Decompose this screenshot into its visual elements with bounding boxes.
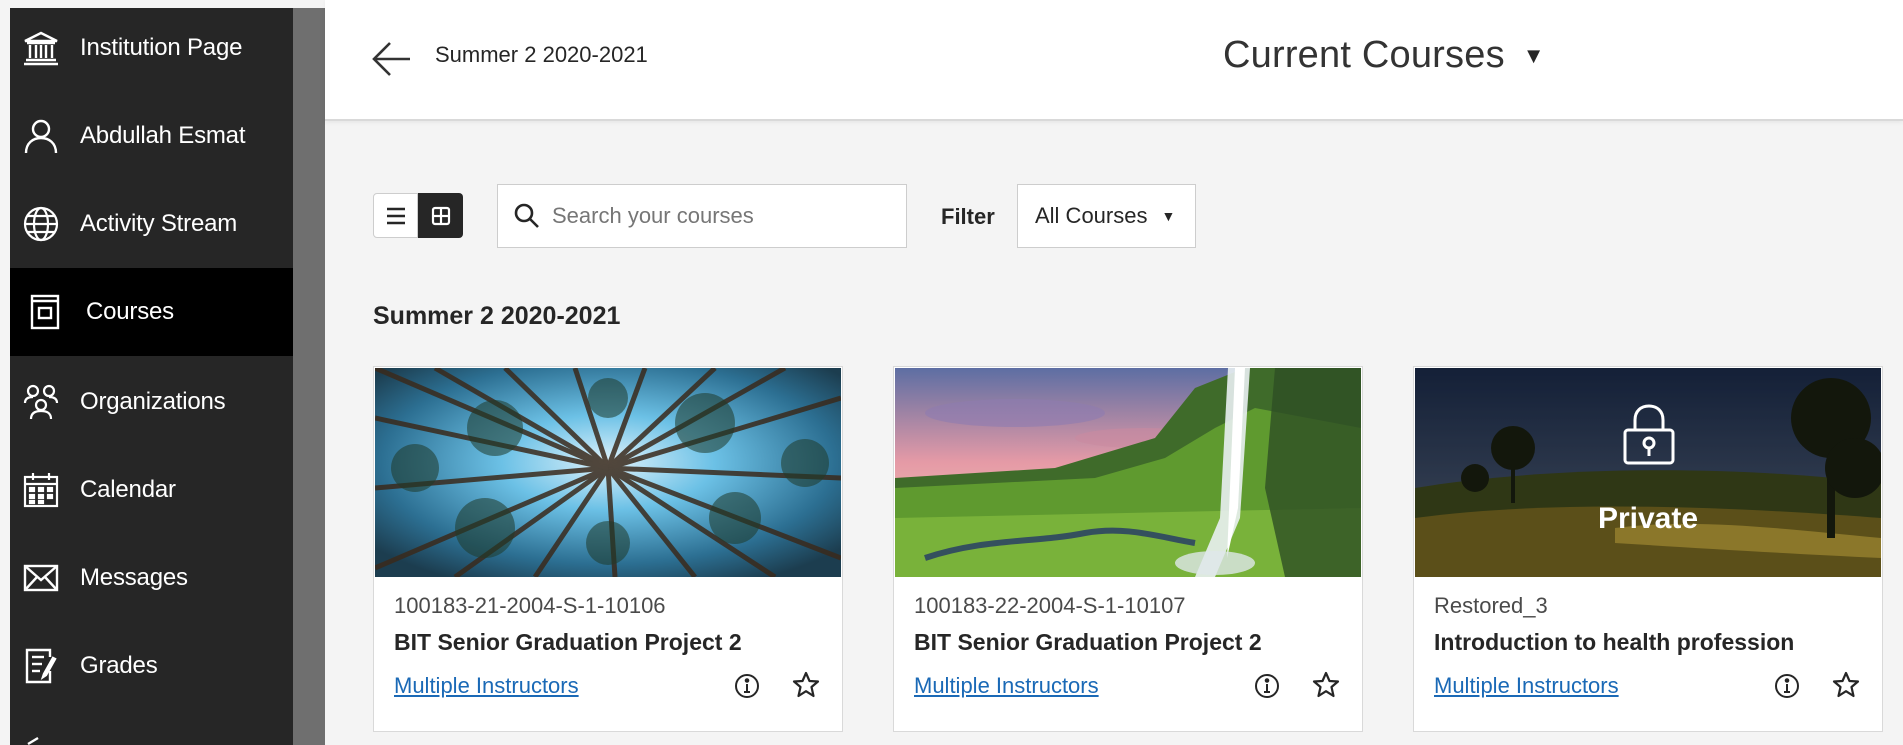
- sidebar-item-messages[interactable]: Messages: [10, 534, 293, 622]
- grades-icon: [20, 645, 62, 687]
- course-image-forest: [375, 368, 841, 577]
- course-image-waterfall: [895, 368, 1361, 577]
- course-name: BIT Senior Graduation Project 2: [394, 629, 742, 655]
- sidebar-item-courses[interactable]: Courses: [10, 268, 293, 356]
- private-label: Private: [1597, 502, 1699, 535]
- sidebar-item-label: Abdullah Esmat: [80, 122, 246, 149]
- globe-icon: [20, 203, 62, 245]
- sidebar-item-institution-page[interactable]: Institution Page: [10, 4, 293, 92]
- favorite-star-icon[interactable]: [1830, 669, 1862, 701]
- private-overlay: Private: [1415, 368, 1881, 577]
- filter-label: Filter: [941, 204, 995, 229]
- search-input[interactable]: [550, 202, 884, 230]
- course-id: 100183-22-2004-S-1-10107: [914, 593, 1186, 618]
- filter-select[interactable]: All Courses ▼: [1017, 184, 1196, 248]
- sidebar-item-label: Calendar: [80, 476, 176, 503]
- instructors-link[interactable]: Multiple Instructors: [914, 673, 1099, 699]
- sidebar-item-profile[interactable]: Abdullah Esmat: [10, 92, 293, 180]
- sidebar-item-label: Courses: [86, 298, 174, 325]
- sidebar-item-calendar[interactable]: Calendar: [10, 446, 293, 534]
- page-header: Summer 2 2020-2021 Current Courses ▼: [325, 0, 1903, 121]
- course-search: [497, 184, 907, 248]
- sidebar-next-item-icon: [24, 733, 54, 745]
- sidebar-item-activity-stream[interactable]: Activity Stream: [10, 180, 293, 268]
- user-icon: [20, 115, 62, 157]
- course-card[interactable]: Private Restored_3 Introduction to healt…: [1413, 366, 1883, 732]
- course-id: 100183-21-2004-S-1-10106: [394, 593, 666, 618]
- list-view-button[interactable]: [373, 193, 418, 238]
- course-card[interactable]: 100183-22-2004-S-1-10107 BIT Senior Grad…: [893, 366, 1363, 732]
- favorite-star-icon[interactable]: [790, 669, 822, 701]
- sidebar-item-label: Grades: [80, 652, 158, 679]
- caret-down-icon: ▼: [1161, 208, 1176, 224]
- list-icon: [386, 207, 405, 224]
- grid-view-button[interactable]: [418, 193, 463, 238]
- courses-view-dropdown[interactable]: Current Courses ▼: [1223, 34, 1545, 77]
- sidebar: Institution Page Abdullah Esmat Activity…: [10, 8, 293, 745]
- envelope-icon: [20, 557, 62, 599]
- instructors-link[interactable]: Multiple Instructors: [394, 673, 579, 699]
- sidebar-item-organizations[interactable]: Organizations: [10, 358, 293, 446]
- institution-icon: [20, 27, 62, 69]
- page-title: Current Courses: [1223, 34, 1505, 76]
- term-heading: Summer 2 2020-2021: [373, 302, 621, 330]
- back-button[interactable]: [369, 36, 415, 82]
- filter-value: All Courses: [1035, 203, 1148, 228]
- arrow-left-icon: [372, 42, 410, 76]
- info-icon[interactable]: [1252, 671, 1282, 701]
- info-icon[interactable]: [1772, 671, 1802, 701]
- search-icon: [512, 201, 542, 231]
- caret-down-icon: ▼: [1522, 42, 1545, 68]
- course-id: Restored_3: [1434, 593, 1548, 618]
- page-left-edge: [0, 0, 10, 745]
- instructors-link[interactable]: Multiple Instructors: [1434, 673, 1619, 699]
- sidebar-item-label: Messages: [80, 564, 188, 591]
- sidebar-item-label: Institution Page: [80, 34, 243, 61]
- view-toggle: [373, 193, 463, 238]
- sidebar-item-label: Organizations: [80, 388, 226, 415]
- lock-icon: [1623, 404, 1675, 465]
- course-name: Introduction to health profession: [1434, 629, 1795, 655]
- sidebar-gutter: [293, 8, 325, 745]
- favorite-star-icon[interactable]: [1310, 669, 1342, 701]
- grid-icon: [431, 206, 450, 225]
- course-card[interactable]: 100183-21-2004-S-1-10106 BIT Senior Grad…: [373, 366, 843, 732]
- sidebar-item-grades[interactable]: Grades: [10, 622, 293, 710]
- breadcrumb[interactable]: Summer 2 2020-2021: [435, 42, 648, 68]
- info-icon[interactable]: [732, 671, 762, 701]
- course-image-meadow: Private: [1415, 368, 1881, 577]
- sidebar-item-label: Activity Stream: [80, 210, 238, 237]
- calendar-icon: [20, 469, 62, 511]
- organizations-icon: [20, 381, 62, 423]
- courses-icon: [24, 291, 66, 333]
- course-name: BIT Senior Graduation Project 2: [914, 629, 1262, 655]
